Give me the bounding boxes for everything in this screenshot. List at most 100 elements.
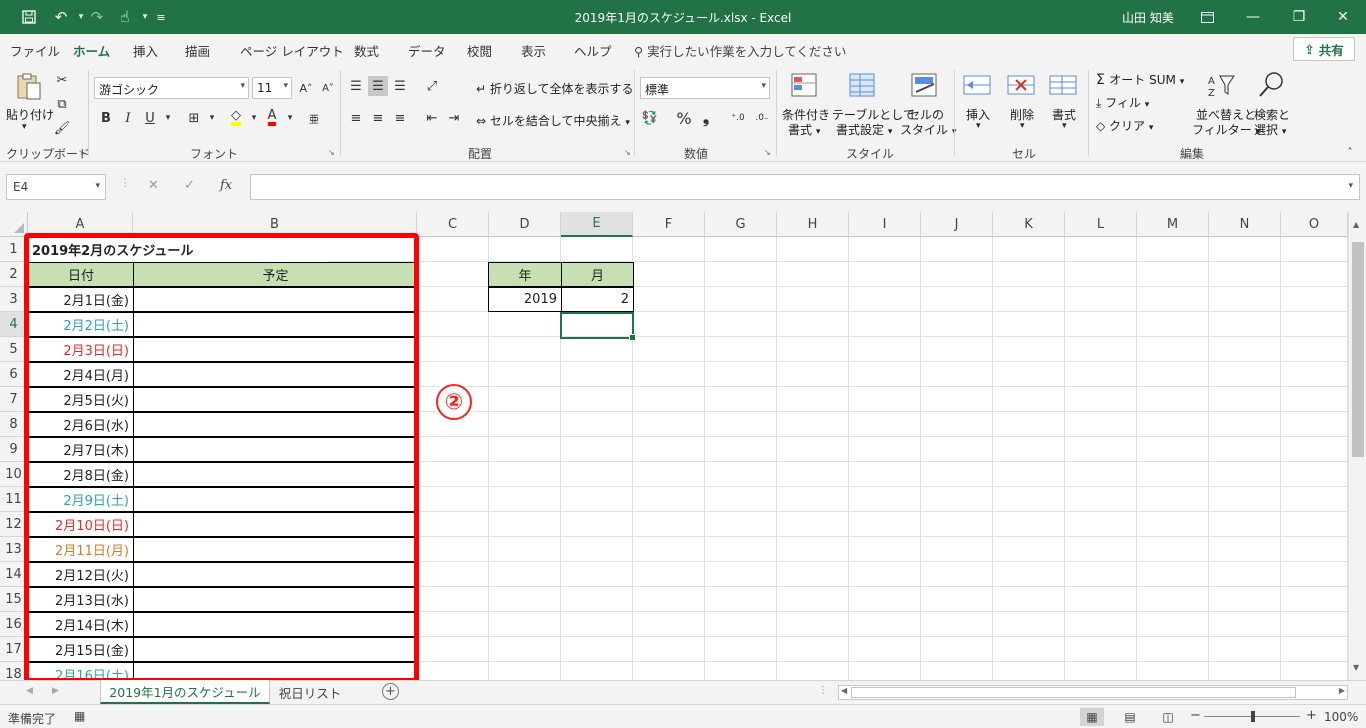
middle-align-icon[interactable]: ☰ <box>368 76 388 96</box>
cell-e3-month-value[interactable]: 2 <box>561 287 634 312</box>
conditional-formatting-label-2[interactable]: 書式 ▾ <box>788 121 820 138</box>
bottom-align-icon[interactable]: ☰ <box>390 76 410 96</box>
collapse-ribbon-icon[interactable]: ˄ <box>1340 142 1360 162</box>
percent-style-icon[interactable]: % <box>674 108 694 128</box>
column-header-l[interactable]: L <box>1065 212 1137 237</box>
comma-style-icon[interactable]: ❟ <box>696 108 716 128</box>
accounting-format-icon[interactable]: 💱 <box>640 108 660 128</box>
formula-input[interactable]: ▾ <box>250 174 1360 200</box>
chevron-down-icon[interactable]: ▾ <box>1020 121 1025 131</box>
clipboard-dialog-launcher-icon[interactable]: ↘ <box>78 148 85 157</box>
new-sheet-icon[interactable]: + <box>382 683 399 700</box>
page-layout-view-icon[interactable]: ▤ <box>1118 708 1142 726</box>
column-header-m[interactable]: M <box>1137 212 1209 237</box>
tab-formulas[interactable]: 数式 <box>354 41 379 60</box>
cell-d2-year-header[interactable]: 年 <box>488 262 562 287</box>
copy-icon[interactable]: ⧉ <box>52 94 72 114</box>
vertical-scroll-thumb[interactable] <box>1352 242 1364 457</box>
number-dialog-launcher-icon[interactable]: ↘ <box>764 148 771 157</box>
page-break-view-icon[interactable]: ◫ <box>1156 708 1180 726</box>
scroll-right-icon[interactable]: ▶ <box>1339 686 1345 695</box>
column-header-e[interactable]: E <box>561 212 633 237</box>
borders-icon[interactable]: ⊞ <box>184 108 204 128</box>
zoom-slider[interactable] <box>1204 711 1300 722</box>
wrap-text-button[interactable]: ↵ 折り返して全体を表示する <box>476 80 634 97</box>
vertical-scrollbar[interactable]: ▲ ▼ <box>1348 212 1366 680</box>
tab-view[interactable]: 表示 <box>521 41 546 60</box>
underline-dropdown-icon[interactable]: ▾ <box>158 108 178 128</box>
clear-button[interactable]: ◇ クリア ▾ <box>1096 117 1153 134</box>
column-header-c[interactable]: C <box>417 212 489 237</box>
horizontal-scroll-thumb[interactable] <box>851 687 1296 698</box>
select-all-button[interactable] <box>0 212 28 237</box>
scroll-left-icon[interactable]: ◀ <box>841 686 847 695</box>
user-name[interactable]: 山田 知美 <box>1122 9 1174 26</box>
next-sheet-icon[interactable]: ▶ <box>52 686 59 696</box>
align-left-icon[interactable]: ≡ <box>346 108 366 128</box>
alignment-dialog-launcher-icon[interactable]: ↘ <box>624 148 631 157</box>
minimize-icon[interactable]: — <box>1230 0 1276 34</box>
cancel-entry-icon[interactable]: ✕ <box>148 178 159 193</box>
conditional-formatting-icon[interactable] <box>790 72 822 102</box>
column-header-n[interactable]: N <box>1209 212 1281 237</box>
decrease-indent-icon[interactable]: ⇤ <box>422 108 442 128</box>
underline-icon[interactable]: U <box>140 108 160 128</box>
tell-me-search[interactable]: ⚲ 実行したい作業を入力してください <box>634 41 846 60</box>
fill-button[interactable]: ⤓ フィル ▾ <box>1096 94 1149 111</box>
name-box[interactable]: E4 ▾ <box>6 174 106 200</box>
insert-function-button[interactable]: fx <box>220 178 232 193</box>
tab-help[interactable]: ヘルプ <box>574 41 612 60</box>
font-color-icon[interactable]: A <box>262 108 282 128</box>
tab-draw[interactable]: 描画 <box>185 41 210 60</box>
tab-review[interactable]: 校閲 <box>467 41 492 60</box>
top-align-icon[interactable]: ☰ <box>346 76 366 96</box>
autosum-button[interactable]: Σ オート SUM ▾ <box>1096 71 1184 88</box>
chevron-down-icon[interactable]: ▾ <box>1062 121 1067 131</box>
borders-dropdown-icon[interactable]: ▾ <box>202 108 222 128</box>
phonetic-guide-icon[interactable]: 亜 <box>304 108 324 128</box>
tab-home[interactable]: ホーム <box>73 41 111 66</box>
font-name-combo[interactable]: 游ゴシック ▾ <box>94 77 249 99</box>
sheet-tab-january[interactable]: 2019年1月のスケジュール <box>100 680 270 704</box>
sheet-tab-holidays[interactable]: 祝日リスト <box>272 680 348 704</box>
merge-center-button[interactable]: ⇔ セルを結合して中央揃え ▾ <box>476 112 630 129</box>
column-header-k[interactable]: K <box>993 212 1065 237</box>
ribbon-display-options-icon[interactable] <box>1184 0 1230 34</box>
previous-sheet-icon[interactable]: ◀ <box>26 686 33 696</box>
scroll-down-icon[interactable]: ▼ <box>1353 663 1359 672</box>
cut-icon[interactable]: ✂ <box>52 70 72 90</box>
tab-insert[interactable]: 挿入 <box>133 41 158 60</box>
active-cell-cursor[interactable] <box>560 312 636 341</box>
chevron-down-icon[interactable]: ▾ <box>976 121 981 131</box>
zoom-level[interactable]: 100% <box>1324 710 1358 724</box>
tab-file[interactable]: ファイル <box>10 41 60 60</box>
align-right-icon[interactable]: ≡ <box>390 108 410 128</box>
zoom-slider-knob[interactable] <box>1251 711 1255 722</box>
number-format-combo[interactable]: 標準 ▾ <box>640 77 770 99</box>
decrease-decimal-icon[interactable]: .0₋ <box>752 108 772 128</box>
sort-filter-icon[interactable]: AZ <box>1206 72 1238 102</box>
italic-icon[interactable]: I <box>118 108 138 128</box>
tab-page-layout[interactable]: ページ レイアウト <box>240 41 344 60</box>
cell-e2-month-header[interactable]: 月 <box>561 262 634 287</box>
delete-cells-icon[interactable] <box>1006 72 1038 102</box>
font-dialog-launcher-icon[interactable]: ↘ <box>328 148 335 157</box>
cell-styles-label-2[interactable]: スタイル ▾ <box>900 121 956 138</box>
align-center-icon[interactable]: ≡ <box>368 108 388 128</box>
normal-view-icon[interactable]: ▦ <box>1080 708 1104 726</box>
scroll-up-icon[interactable]: ▲ <box>1353 220 1359 229</box>
worksheet-grid[interactable]: A B C D E F G H I J K L M N O 1 2 3 4 5 6 7 8 9 10 11 12 13 14 15 16 17… <box>0 212 1366 680</box>
column-header-g[interactable]: G <box>705 212 777 237</box>
increase-decimal-icon[interactable]: ⁺.0 <box>728 108 748 128</box>
font-color-dropdown-icon[interactable]: ▾ <box>280 108 300 128</box>
find-select-label-2[interactable]: 選択 ▾ <box>1254 121 1286 138</box>
format-as-table-label-2[interactable]: 書式設定 ▾ <box>836 121 892 138</box>
column-header-i[interactable]: I <box>849 212 921 237</box>
format-cells-icon[interactable] <box>1048 72 1080 102</box>
format-as-table-icon[interactable] <box>848 72 880 102</box>
zoom-in-icon[interactable]: + <box>1306 708 1317 723</box>
confirm-entry-icon[interactable]: ✓ <box>184 178 195 193</box>
insert-cells-icon[interactable] <box>962 72 994 102</box>
fill-color-dropdown-icon[interactable]: ▾ <box>244 108 264 128</box>
find-select-icon[interactable] <box>1256 70 1288 100</box>
